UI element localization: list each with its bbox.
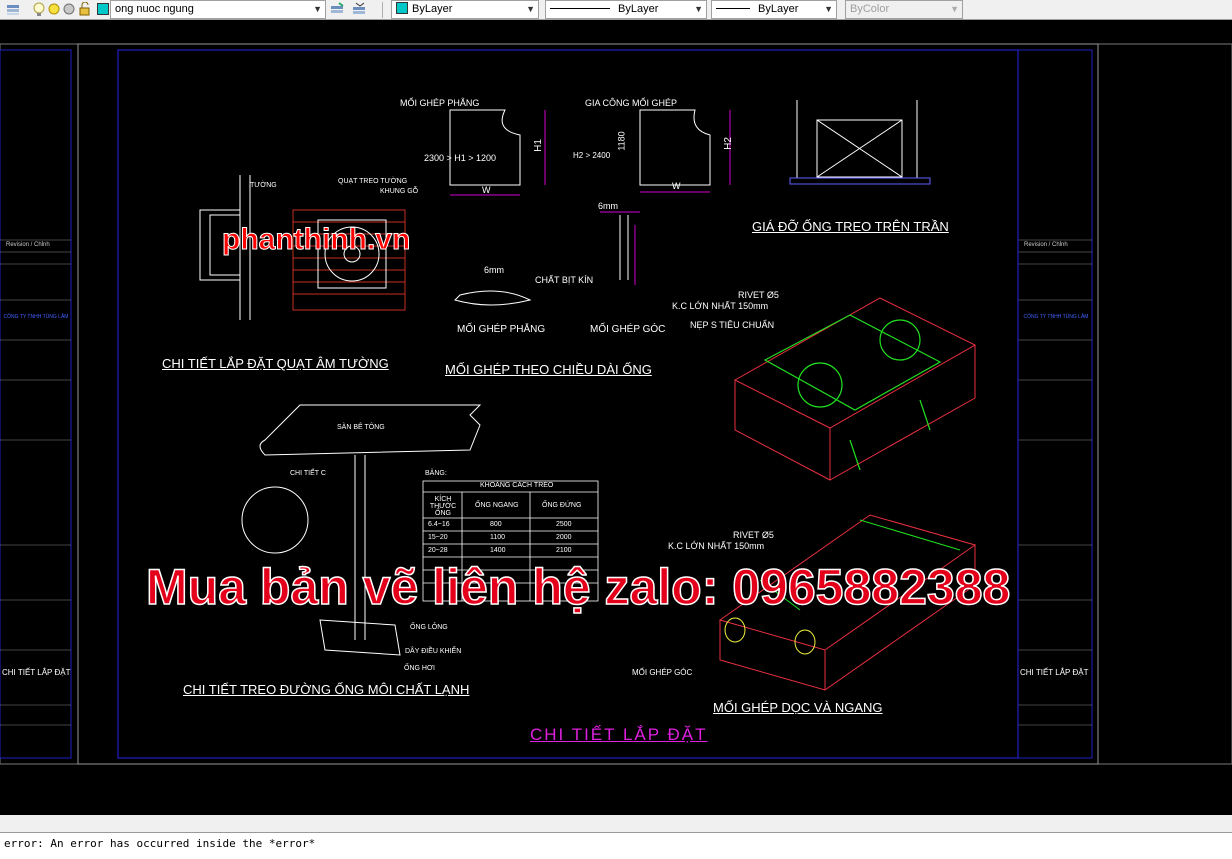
layer-color-swatch xyxy=(97,3,109,15)
linetype-preview xyxy=(550,7,610,9)
make-current-icon[interactable] xyxy=(330,2,344,16)
layer-name: ong nuoc ngung xyxy=(115,3,194,15)
label-moi-ghep-phang: MỐI GHÉP PHẲNG xyxy=(400,98,480,108)
plotstyle-dropdown: ByColor ▼ xyxy=(845,0,963,19)
chevron-down-icon: ▼ xyxy=(950,4,959,14)
table-header-size: KÍCH THƯỚC ỐNG xyxy=(429,496,457,517)
chevron-down-icon: ▼ xyxy=(694,4,703,14)
color-dropdown[interactable]: ByLayer ▼ xyxy=(391,0,539,19)
command-history-text: error: An error has occurred inside the … xyxy=(4,837,316,850)
label-gia-cong: GIA CÔNG MỐI GHÉP xyxy=(585,98,678,108)
label-day-dieu-khien: DÂY ĐIỀU KHIỂN xyxy=(405,648,462,655)
color-swatch xyxy=(396,2,408,14)
layer-previous-icon[interactable] xyxy=(352,2,366,16)
watermark-site: phanthinh.vn xyxy=(221,223,411,257)
properties-toolbar: ong nuoc ngung ▼ ByLayer ▼ ByLayer ▼ ByL… xyxy=(0,0,1232,20)
chevron-down-icon: ▼ xyxy=(313,4,322,14)
chevron-down-icon: ▼ xyxy=(526,4,535,14)
watermark-contact: Mua bản vẽ liên hệ zalo: 0965882388 xyxy=(145,558,1011,616)
plotstyle-value: ByColor xyxy=(850,3,890,15)
detail-joint-title: MỐI GHÉP THEO CHIỀU DÀI ỐNG xyxy=(445,362,652,377)
company-left: CÔNG TY TNHH TÙNG LÂM xyxy=(3,314,69,320)
label-san: SÀN BÊ TÔNG xyxy=(337,424,385,431)
linetype-dropdown[interactable]: ByLayer ▼ xyxy=(545,0,707,19)
label-tuong: TƯỜNG xyxy=(250,182,277,189)
label-6mm-top: 6mm xyxy=(598,201,618,211)
table-header-horizontal: ỐNG NGANG xyxy=(475,502,519,509)
lineweight-value: ByLayer xyxy=(758,3,799,15)
label-quat-treo: QUẠT TREO TƯỜNG xyxy=(338,178,408,185)
layer-manager-icon[interactable] xyxy=(6,2,20,16)
label-khung-go: KHUNG GỖ xyxy=(380,188,419,195)
label-h2: H2 xyxy=(722,137,734,150)
detail-fan-title: CHI TIẾT LẮP ĐẶT QUẠT ÂM TƯỜNG xyxy=(162,356,389,371)
freeze-icon[interactable] xyxy=(62,2,76,16)
revision-label-left: Revision / Chỉnh xyxy=(6,242,50,248)
label-kc-1: K.C LỚN NHẤT 150mm xyxy=(672,301,769,311)
detail-pipe-title: CHI TIẾT TREO ĐƯỜNG ỐNG MÔI CHẤT LẠNH xyxy=(183,682,470,697)
label-w1: W xyxy=(482,185,491,195)
label-rivet-1: RIVET Ø5 xyxy=(738,290,779,300)
company-right: CÔNG TY TNHH TÙNG LÂM xyxy=(1023,314,1089,320)
label-bang: BẢNG: xyxy=(425,470,447,477)
label-kc-2: K.C LỚN NHẤT 150mm xyxy=(668,541,765,551)
label-ong-hoi: ỐNG HƠI xyxy=(404,665,435,672)
detail-seam-title: MỐI GHÉP DỌC VÀ NGANG xyxy=(713,700,883,715)
layer-dropdown[interactable]: ong nuoc ngung ▼ xyxy=(110,0,326,19)
label-1180: 1180 xyxy=(616,131,627,151)
label-6mm-left: 6mm xyxy=(484,265,504,275)
label-range1: 2300 > H1 > 1200 xyxy=(424,153,497,163)
label-moi-ghep-goc2: MỐI GHÉP GÓC xyxy=(632,668,693,677)
linetype-value: ByLayer xyxy=(618,3,659,15)
label-w2: W xyxy=(672,181,681,191)
drawing-canvas[interactable]: CHI TIẾT LẮP ĐẶT QUẠT ÂM TƯỜNG MỐI GHÉP … xyxy=(0,20,1232,815)
drawing-name-right: CHI TIẾT LẮP ĐẶT xyxy=(1020,668,1089,677)
chevron-down-icon: ▼ xyxy=(824,4,833,14)
command-line[interactable]: error: An error has occurred inside the … xyxy=(0,832,1232,859)
drawing-name-left: CHI TIẾT LẮP ĐẶT xyxy=(2,668,71,677)
color-value: ByLayer xyxy=(412,3,453,15)
lock-icon[interactable] xyxy=(78,1,92,16)
bulb-icon[interactable] xyxy=(32,2,46,16)
lineweight-preview xyxy=(716,7,750,9)
label-moi-ghep-phang2: MỐI GHÉP PHẲNG xyxy=(457,324,546,335)
label-range2: H2 > 2400 xyxy=(573,151,611,160)
label-h1: H1 xyxy=(532,139,544,152)
sun-icon[interactable] xyxy=(47,2,61,16)
label-nep: NẸP S TIÊU CHUẨN xyxy=(690,320,775,330)
revision-label-right: Revision / Chỉnh xyxy=(1024,242,1068,248)
table-header-vertical: ỐNG ĐỨNG xyxy=(542,502,582,509)
lineweight-dropdown[interactable]: ByLayer ▼ xyxy=(711,0,837,19)
table-title: KHOẢNG CÁCH TREO xyxy=(480,482,554,489)
label-moi-ghep-goc: MỐI GHÉP GÓC xyxy=(590,324,666,335)
label-ong-long: ỐNG LỎNG xyxy=(410,624,448,631)
label-rivet-2: RIVET Ø5 xyxy=(733,530,774,540)
label-chi-tiet-c: CHI TIẾT C xyxy=(290,470,326,477)
label-chat-bit: CHẤT BỊT KÍN xyxy=(535,275,594,285)
sheet-title: CHI TIẾT LẮP ĐẶT xyxy=(530,725,708,744)
detail-hanger-title: GIÁ ĐỠ ỐNG TREO TRÊN TRẦN xyxy=(752,219,949,234)
